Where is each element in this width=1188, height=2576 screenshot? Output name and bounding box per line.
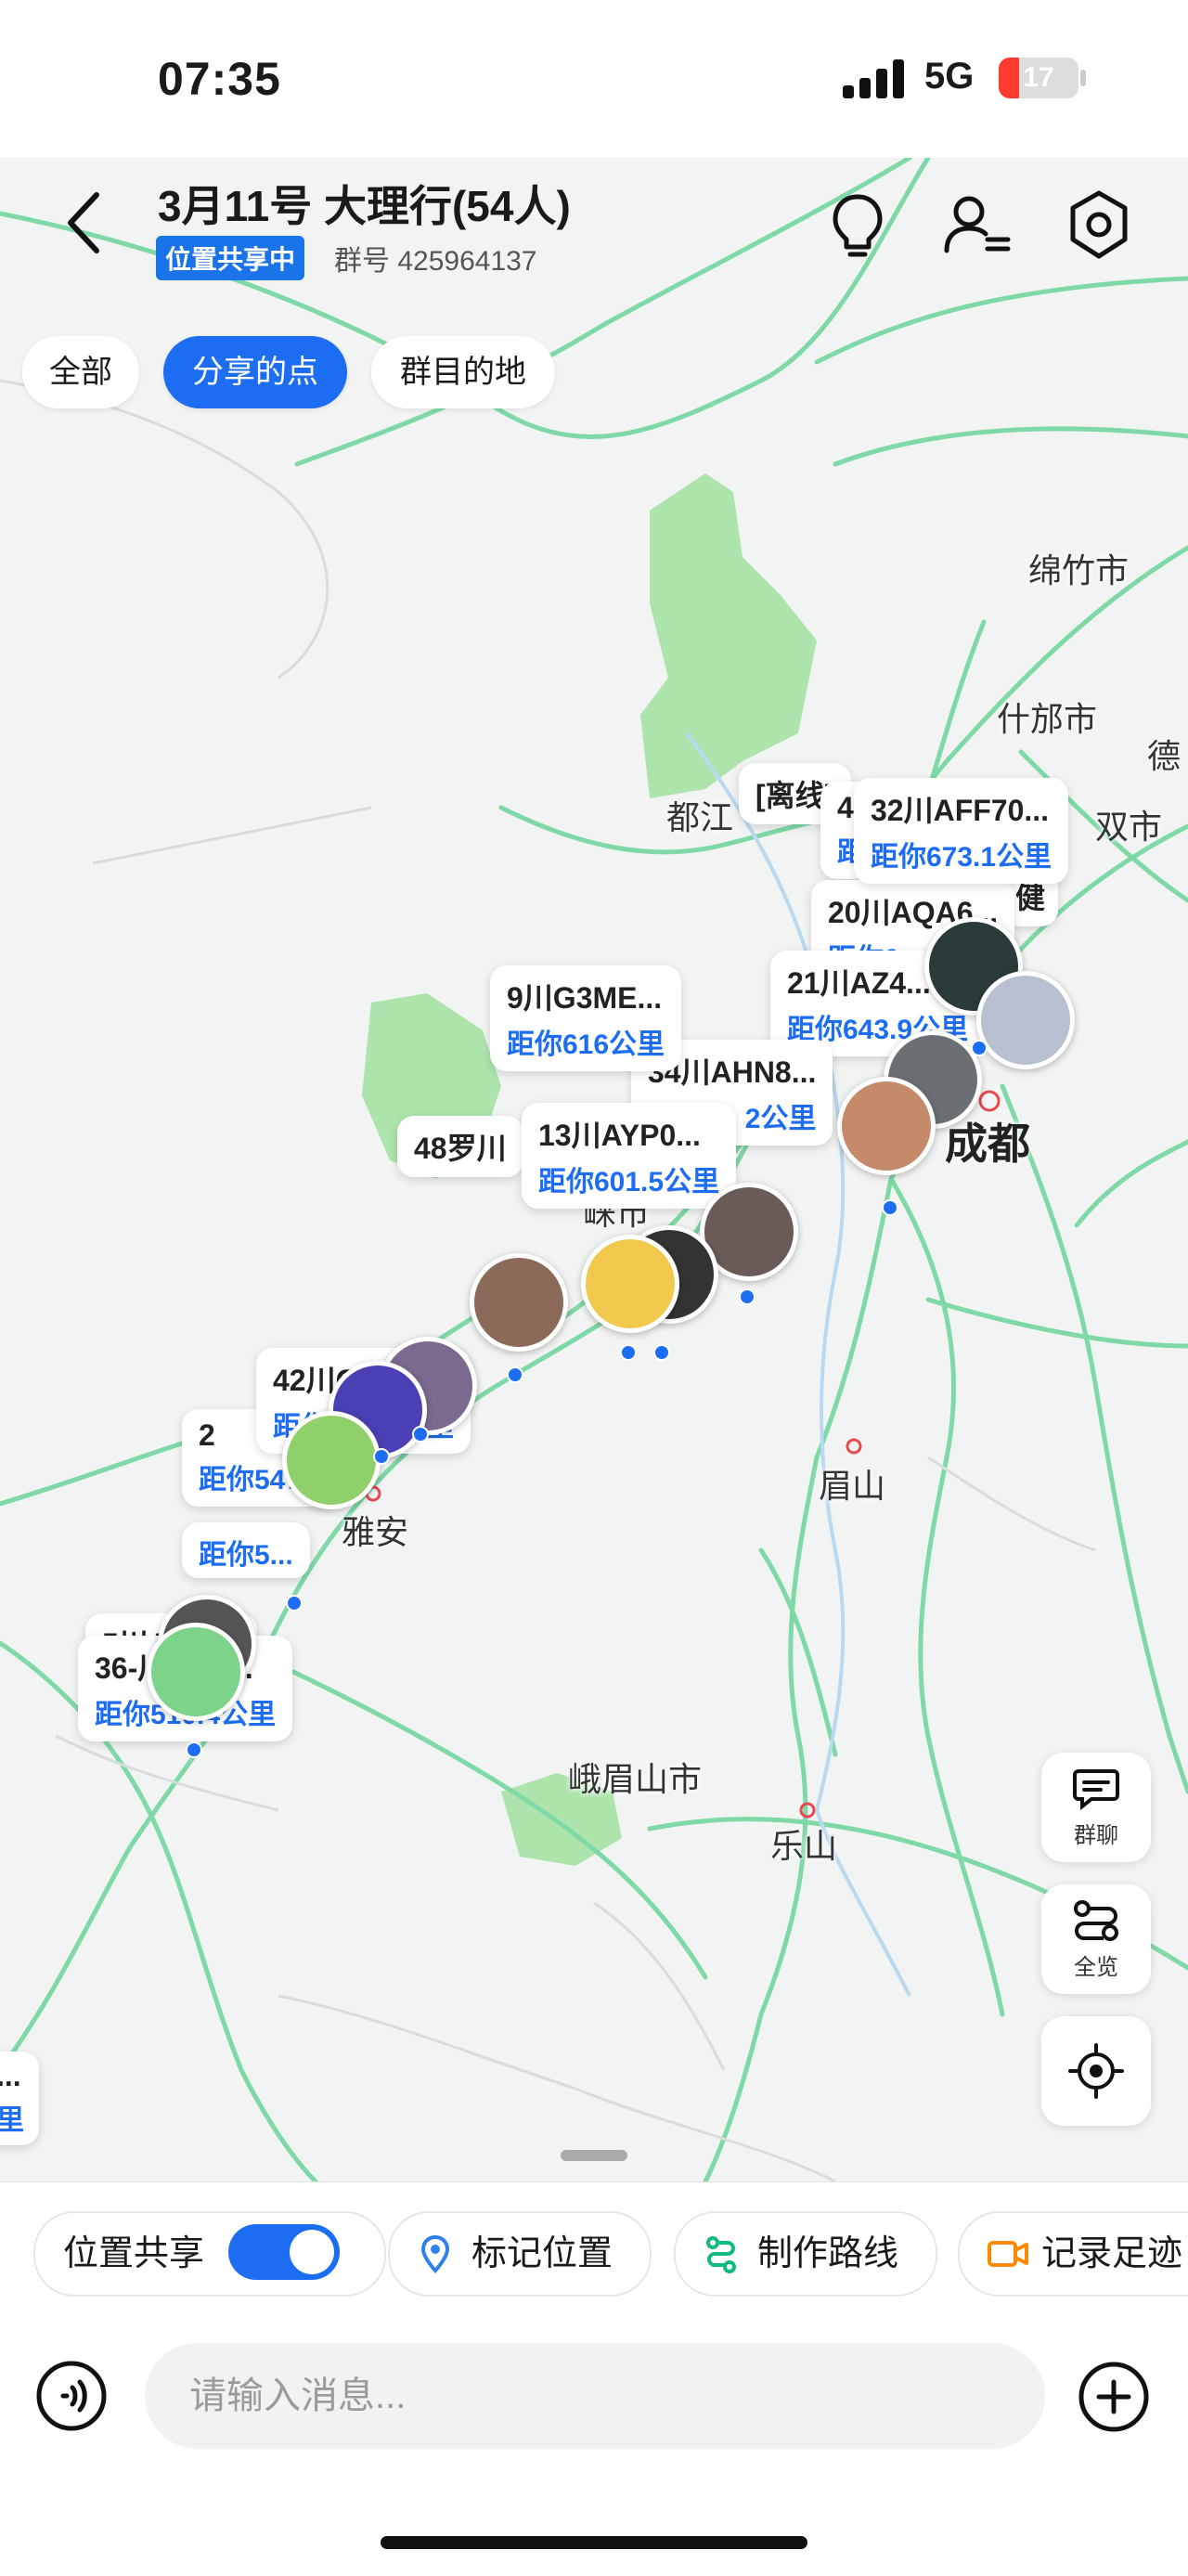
location-dot [373, 1448, 390, 1465]
member-avatar[interactable] [976, 971, 1075, 1069]
filter-shared-points[interactable]: 分享的点 [163, 336, 347, 408]
location-dot [620, 1344, 637, 1361]
member-distance: 距你601.5公里 [538, 1167, 720, 1197]
group-title: 3月11号 大理行(54人) [158, 182, 571, 230]
battery-icon: 17 [999, 58, 1078, 98]
mark-location-button[interactable]: 标记位置 [388, 2211, 652, 2297]
voice-input-icon[interactable] [35, 2360, 108, 2432]
city-label: 峨眉山市 [568, 1760, 703, 1798]
city-label: 眉山 [819, 1467, 886, 1505]
filter-all[interactable]: 全部 [22, 336, 139, 408]
chat-icon [1073, 1769, 1119, 1810]
route-icon [1074, 1900, 1118, 1941]
make-route-button[interactable]: 制作路线 [674, 2211, 937, 2297]
route-icon [706, 2236, 736, 2273]
location-dot [971, 1040, 988, 1056]
member-list-icon[interactable] [937, 186, 1015, 264]
back-icon[interactable] [56, 186, 111, 260]
member-pin[interactable]: 13川AYP0... 距你601.5公里 [522, 1103, 737, 1209]
member-name: 9川G3ME... [507, 981, 663, 1015]
member-distance: 距你616公里 [507, 1029, 665, 1060]
group-chat-label: 群聊 [1074, 1823, 1118, 1848]
locate-me-button[interactable] [1041, 2016, 1151, 2126]
member-name: 13川AYP0... [538, 1119, 701, 1152]
member-distance: 距你673.1公里 [871, 842, 1052, 873]
member-avatar[interactable] [147, 1623, 245, 1721]
city-label: 雅安 [342, 1513, 409, 1551]
filter-group-destination[interactable]: 群目的地 [371, 336, 555, 408]
location-sharing-badge: 位置共享中 [156, 236, 305, 280]
member-pin[interactable]: 32川AFF70... 距你673.1公里 [854, 778, 1069, 884]
make-route-label: 制作路线 [757, 2234, 899, 2273]
location-dot [286, 1595, 303, 1612]
member-pin[interactable]: 48罗川 [397, 1116, 523, 1177]
member-avatar[interactable] [282, 1411, 381, 1509]
battery-level: 17 [1023, 62, 1054, 93]
lightbulb-icon[interactable] [819, 186, 897, 264]
city-label: 双市 [1095, 808, 1163, 846]
member-pin[interactable]: ... 里 [0, 2052, 39, 2145]
record-footprint-button[interactable]: 记录足迹 [958, 2211, 1188, 2297]
location-dot [507, 1366, 523, 1383]
signal-icon [843, 59, 904, 98]
battery-tip [1080, 70, 1086, 86]
city-label: 什邡市 [997, 700, 1098, 738]
location-dot [882, 1199, 898, 1216]
status-time: 07:35 [158, 53, 281, 105]
sheet-drag-handle[interactable] [561, 2150, 627, 2161]
video-icon [988, 2241, 1028, 2267]
location-dot [653, 1344, 670, 1361]
message-input[interactable]: 请输入消息... [145, 2343, 1045, 2449]
network-type: 5G [924, 56, 975, 97]
location-share-toggle[interactable] [228, 2224, 340, 2280]
group-number: 群号 425964137 [334, 246, 537, 277]
location-dot [186, 1741, 202, 1758]
member-name: 32川AFF70... [871, 794, 1050, 827]
member-name: 48罗川 [414, 1132, 507, 1165]
mark-location-label: 标记位置 [471, 2234, 613, 2273]
settings-icon[interactable] [1060, 186, 1138, 264]
member-distance: 距你5... [199, 1540, 293, 1571]
add-icon[interactable] [1077, 2360, 1151, 2434]
locate-icon [1068, 2043, 1124, 2099]
city-label: 绵竹市 [1028, 551, 1130, 589]
location-dot [739, 1288, 755, 1305]
member-distance: 里 [0, 2105, 24, 2136]
home-indicator[interactable] [381, 2536, 807, 2549]
member-pin[interactable]: 9川G3ME... 距你616公里 [490, 965, 682, 1071]
group-chat-button[interactable]: 群聊 [1041, 1753, 1151, 1862]
member-avatar[interactable] [470, 1253, 568, 1352]
member-pin[interactable]: 距你5... [182, 1522, 310, 1578]
member-avatar[interactable] [581, 1235, 679, 1333]
city-label: 都江 [666, 798, 734, 836]
city-label: 乐山 [770, 1827, 838, 1865]
record-footprint-label: 记录足迹 [1041, 2234, 1183, 2273]
status-bar: 07:35 5G 17 [0, 0, 1188, 158]
city-label: 德 [1147, 737, 1182, 775]
overview-label: 全览 [1074, 1955, 1118, 1980]
member-avatar[interactable] [837, 1077, 936, 1175]
member-name: ... [0, 2059, 21, 2092]
location-dot [412, 1426, 429, 1443]
location-share-label: 位置共享 [63, 2234, 205, 2273]
pin-icon [421, 2235, 449, 2273]
map-view[interactable]: 绵竹市 什邡市 德 都江 双市 成都 眉山 雅安 峨眉山市 乐山 崃市 [离线]… [0, 158, 1188, 2181]
overview-button[interactable]: 全览 [1041, 1884, 1151, 1994]
